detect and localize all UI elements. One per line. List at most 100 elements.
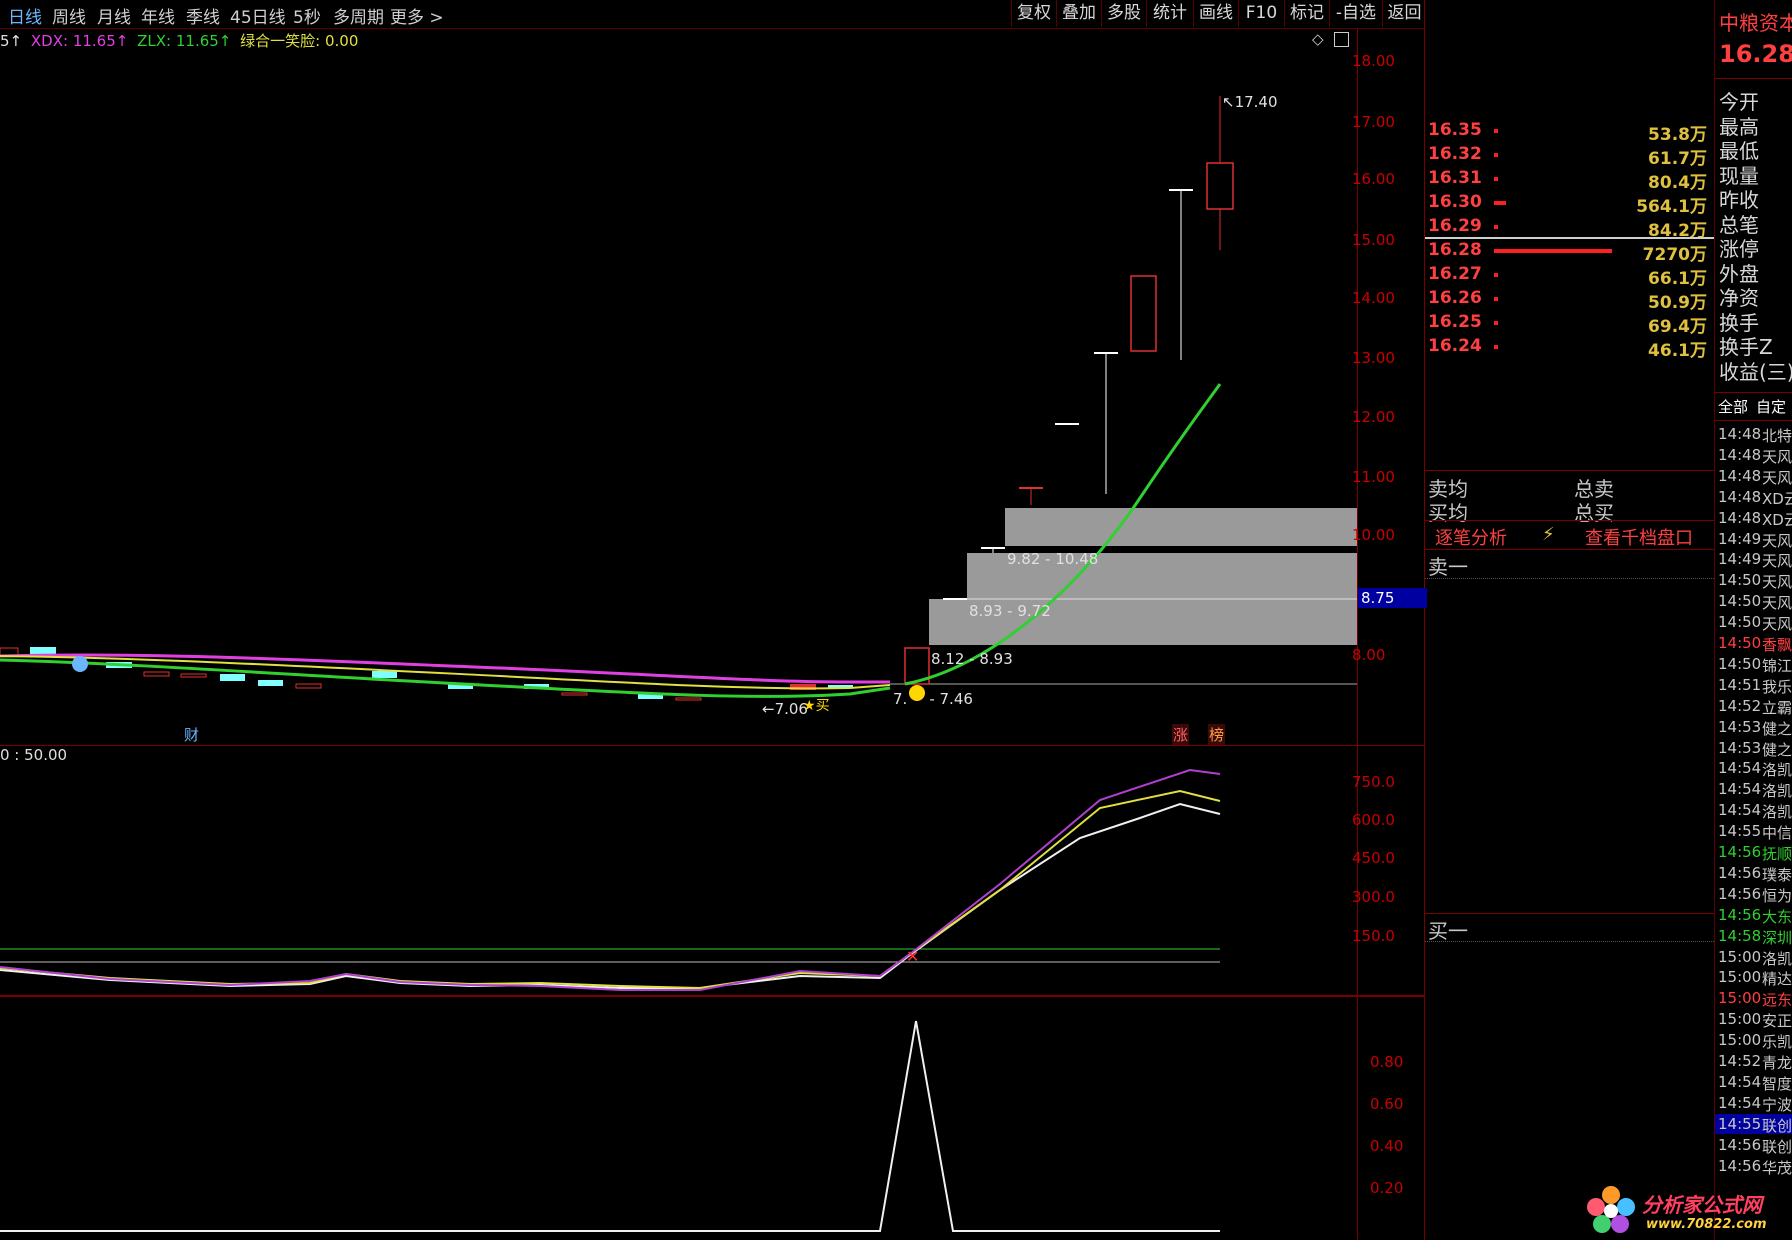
orderbook-volume: 66.1万 [1648,269,1707,289]
ticker-time: 14:48 [1718,466,1762,485]
price-zone-1 [1005,508,1357,546]
ticker-stock-name: 乐凯 [1762,1033,1792,1052]
ticker-time: 14:53 [1718,738,1762,757]
period-more[interactable]: 更多 > [390,3,444,28]
axis-tick: 14.00 [1352,289,1395,307]
zone3-label: 8.12 - 8.93 [931,650,1013,668]
orderbook-volume: 564.1万 [1636,197,1707,217]
sub2-axis-tick: 0.60 [1370,1095,1404,1113]
axis-tick: 15.00 [1352,231,1395,249]
ticker-stock-name: 宁波 [1762,1095,1792,1114]
zone4-value: 7.46 [939,690,973,708]
ticker-stock-name: 天风 [1762,447,1792,466]
stock-price: 16.28 [1719,40,1792,68]
chart-area: ✕ [0,96,1357,1232]
period-5sec[interactable]: 5秒 [293,3,321,28]
ticker-time: 14:56 [1718,1135,1762,1154]
ticker-time: 14:58 [1718,926,1762,945]
dragon-tiger-marker[interactable]: 榜 [1208,724,1226,745]
ticker-stock-name: 恒为 [1762,886,1792,905]
period-quarterly[interactable]: 季线 [186,3,220,28]
right-panel-divider [1424,0,1425,1240]
ticker-time: 14:55 [1718,1114,1762,1133]
limit-up-marker[interactable]: 涨 [1172,724,1190,745]
period-monthly[interactable]: 月线 [97,3,131,28]
ticker-time: 15:00 [1718,1010,1762,1029]
orderbook-volume-bar [1494,249,1612,253]
overlay-button[interactable]: 叠加 [1056,0,1101,27]
draw-line-button[interactable]: 画线 [1193,0,1238,27]
sub1-axis-tick: 600.0 [1352,811,1395,829]
orderbook-price[interactable]: 16.27 [1428,264,1482,284]
ticker-stock-name: 洛凯 [1762,803,1792,822]
ticker-time: 14:56 [1718,863,1762,882]
orderbook-price[interactable]: 16.35 [1428,120,1482,140]
ticker-time: 14:48 [1718,487,1762,506]
subchart1-yellow-line [0,789,1221,990]
ticker-stock-name: 联创 [1762,1137,1792,1156]
subchart1-purple-line [0,768,1221,991]
period-45day[interactable]: 45日线 [230,3,286,28]
ticker-stock-name: 智度 [1762,1074,1792,1093]
orderbook-volume-bar [1494,201,1506,205]
orderbook-price[interactable]: 16.24 [1428,336,1482,356]
ticker-time: 15:00 [1718,968,1762,987]
orderbook-price[interactable]: 16.32 [1428,144,1482,164]
back-button[interactable]: 返回 [1382,0,1426,27]
axis-tick: 10.00 [1352,526,1395,544]
axis-tick: 8.00 [1352,646,1386,664]
ticker-time: 14:48 [1718,445,1762,464]
orderbook-price[interactable]: 16.30 [1428,192,1482,212]
ticker-tab-all[interactable]: 全部 [1718,396,1748,417]
candle [1130,275,1157,352]
quote-divider [1715,78,1792,79]
ticker-stock-name: 青龙 [1762,1054,1792,1072]
orderbook-price[interactable]: 16.29 [1428,216,1482,236]
ticker-time: 14:56 [1718,843,1762,861]
orderbook-price[interactable]: 16.25 [1428,312,1482,332]
buy-mark-text: 买 [815,698,830,714]
ticker-time: 14:54 [1718,780,1762,799]
ticker-time: 14:55 [1718,822,1762,841]
sub1-axis-tick: 750.0 [1352,773,1395,791]
ticker-stock-name: 安正 [1762,1012,1792,1031]
finance-marker[interactable]: 财 [184,724,199,745]
ticker-time: 14:54 [1718,1072,1762,1091]
multi-stock-button[interactable]: 多股 [1101,0,1146,27]
ticker-time: 14:54 [1718,1093,1762,1112]
orderbook-divider [1425,237,1714,239]
buy1-label: 买一 [1428,919,1468,943]
axis-divider [1357,28,1358,1240]
ticker-stock-name: 洛凯 [1762,949,1792,968]
ticker-stock-name: 天风 [1762,552,1792,571]
period-daily[interactable]: 日线 [8,3,42,28]
orderbook-price[interactable]: 16.28 [1428,240,1482,260]
add-watchlist-button[interactable]: -自选 [1329,0,1382,27]
ticker-time: 15:00 [1718,947,1762,966]
view-levels-button[interactable]: 查看千档盘口 [1585,524,1693,550]
orderbook-volume-bar [1494,345,1498,349]
star-icon: ★ [803,698,816,714]
quote-divider [1715,420,1792,421]
axis-tick: 13.00 [1352,349,1395,367]
orderbook-volume-bar [1494,129,1498,133]
ticker-stock-name: 健之 [1762,740,1792,759]
mark-button[interactable]: 标记 [1284,0,1329,27]
ticker-stock-name: 天风 [1762,468,1792,487]
axis-tick: 16.00 [1352,170,1395,188]
ticker-tab-custom[interactable]: 自定 [1756,396,1786,417]
statistics-button[interactable]: 统计 [1146,0,1193,27]
tick-analysis-button[interactable]: 逐笔分析 [1435,524,1507,550]
orderbook-volume: 61.7万 [1648,149,1707,169]
f10-button[interactable]: F10 [1238,0,1284,27]
ticker-stock-name: 天风 [1762,573,1792,592]
summary-divider [1425,520,1714,521]
period-multi[interactable]: 多周期 [333,3,384,28]
orderbook-price[interactable]: 16.26 [1428,288,1482,308]
period-yearly[interactable]: 年线 [141,3,175,28]
orderbook-price[interactable]: 16.31 [1428,168,1482,188]
ticker-stock-name: 锦江 [1762,656,1792,675]
restore-rights-button[interactable]: 复权 [1011,0,1056,27]
ticker-time: 15:00 [1718,1031,1762,1050]
period-weekly[interactable]: 周线 [52,3,86,28]
